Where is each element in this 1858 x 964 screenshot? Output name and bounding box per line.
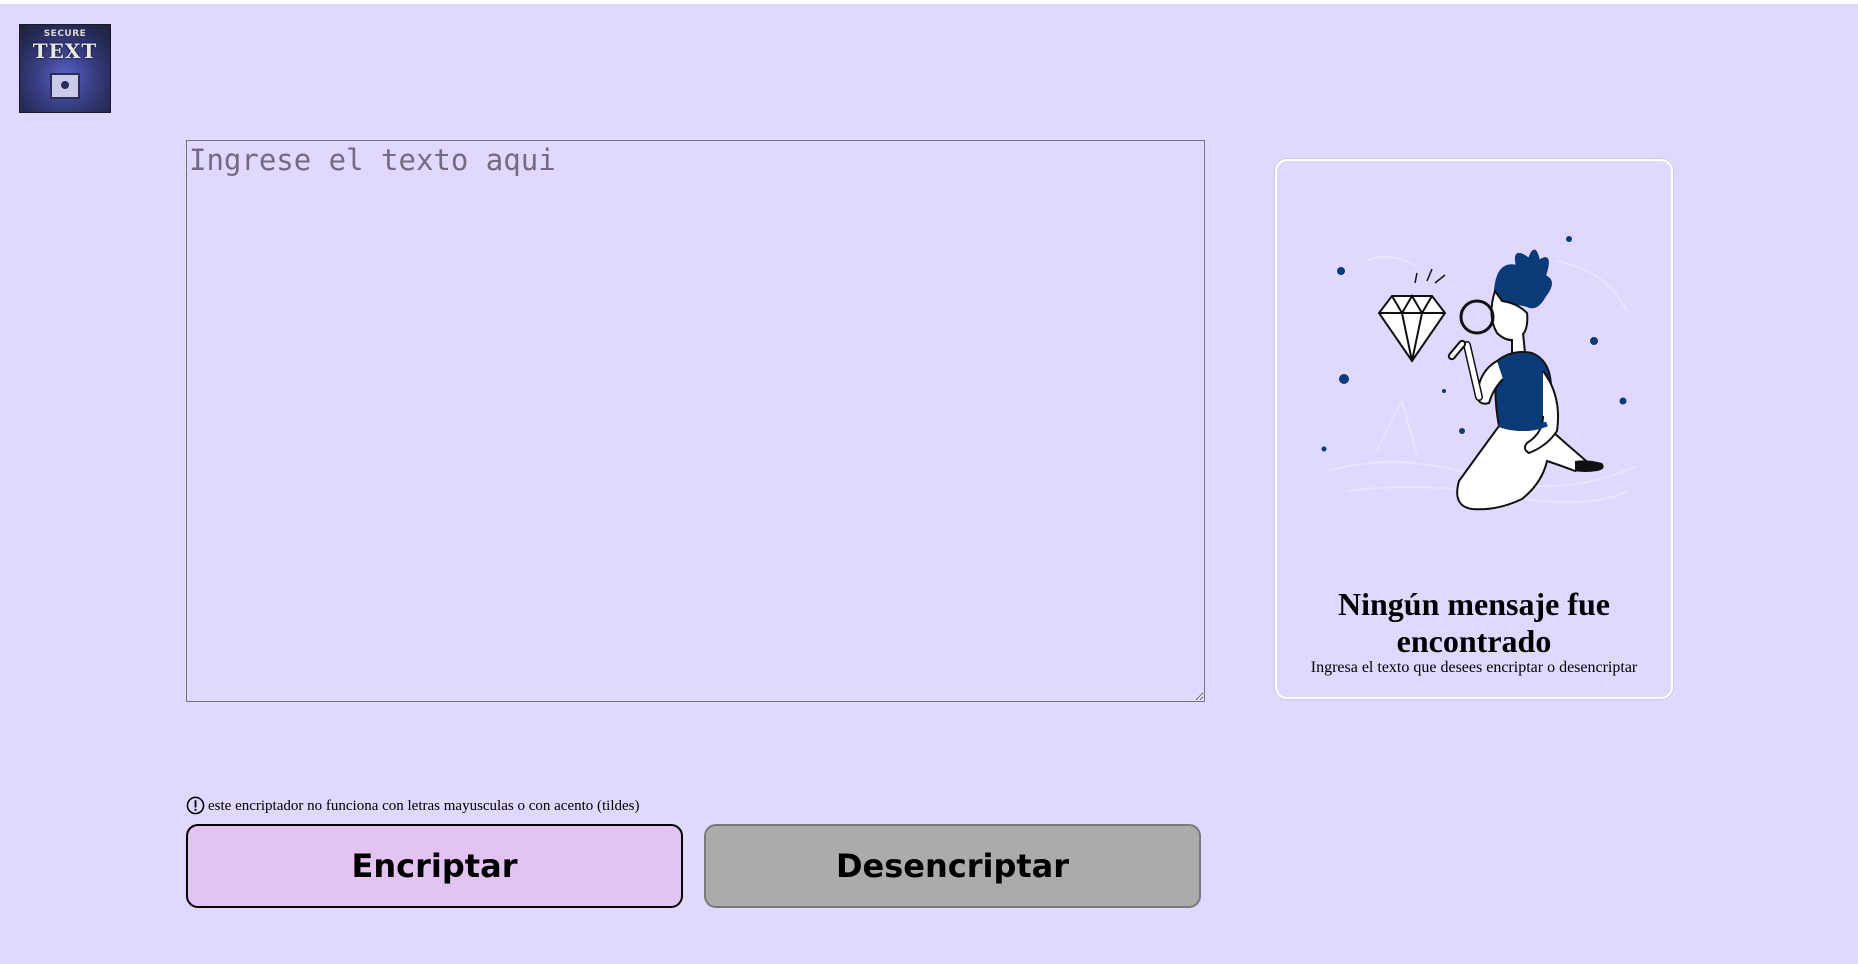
logo-secure-label: SECURE (43, 29, 87, 39)
diamond-icon (1377, 294, 1447, 363)
person-figure (1447, 249, 1604, 511)
magnifying-glass-icon (1459, 299, 1495, 335)
decrypt-button[interactable]: Desencriptar (704, 824, 1201, 908)
person-searching-illustration (1321, 236, 1638, 511)
result-title: Ningún mensaje fue encontrado (1337, 586, 1610, 659)
text-input[interactable] (186, 140, 1205, 702)
encrypt-button[interactable]: Encriptar (186, 824, 683, 908)
result-card: Ningún mensaje fue encontrado Ingresa el… (1275, 159, 1673, 699)
exclamation-circle-icon (186, 796, 205, 815)
result-subtitle: Ingresa el texto que desees encriptar o … (1310, 659, 1638, 676)
logo-text-label: TEXT (32, 39, 98, 63)
warning-text: este encriptador no funciona con letras … (208, 798, 640, 814)
secure-text-logo: SECURE TEXT (19, 24, 111, 113)
warning-notice: este encriptador no funciona con letras … (186, 796, 640, 815)
page: SECURE TEXT Ingrese el texto aqui Ningún… (0, 4, 1858, 964)
lock-icon (50, 73, 80, 99)
